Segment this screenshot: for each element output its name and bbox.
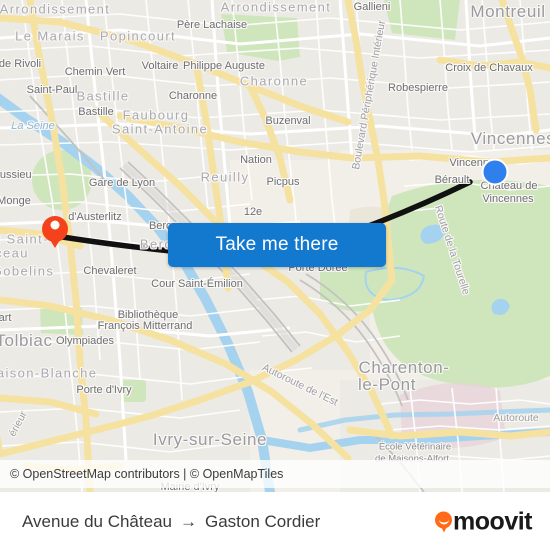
footer-bar: Avenue du Château → Gaston Cordier moovi… [0,492,550,550]
map-attribution-bar: © OpenStreetMap contributors | © OpenMap… [0,460,550,488]
origin-pin-icon[interactable] [42,216,68,242]
destination-dot-icon[interactable] [481,158,509,186]
moovit-wordmark: moovit [453,507,532,536]
moovit-logo[interactable]: moovit [435,508,532,537]
map-screenshot: Arrondissement Arrondissement Père Lachais… [0,0,550,550]
route-title: Avenue du Château → Gaston Cordier [0,512,320,532]
route-origin-label: Avenue du Château [22,512,172,531]
take-me-there-button[interactable]: Take me there [168,223,386,267]
arrow-right-icon: → [179,512,197,531]
map-attribution-text[interactable]: © OpenStreetMap contributors | © OpenMap… [0,467,283,481]
moovit-pin-icon [435,511,453,533]
map-canvas[interactable]: Arrondissement Arrondissement Père Lachais… [0,0,550,492]
take-me-there-label: Take me there [215,234,339,255]
route-destination-label: Gaston Cordier [204,512,321,531]
